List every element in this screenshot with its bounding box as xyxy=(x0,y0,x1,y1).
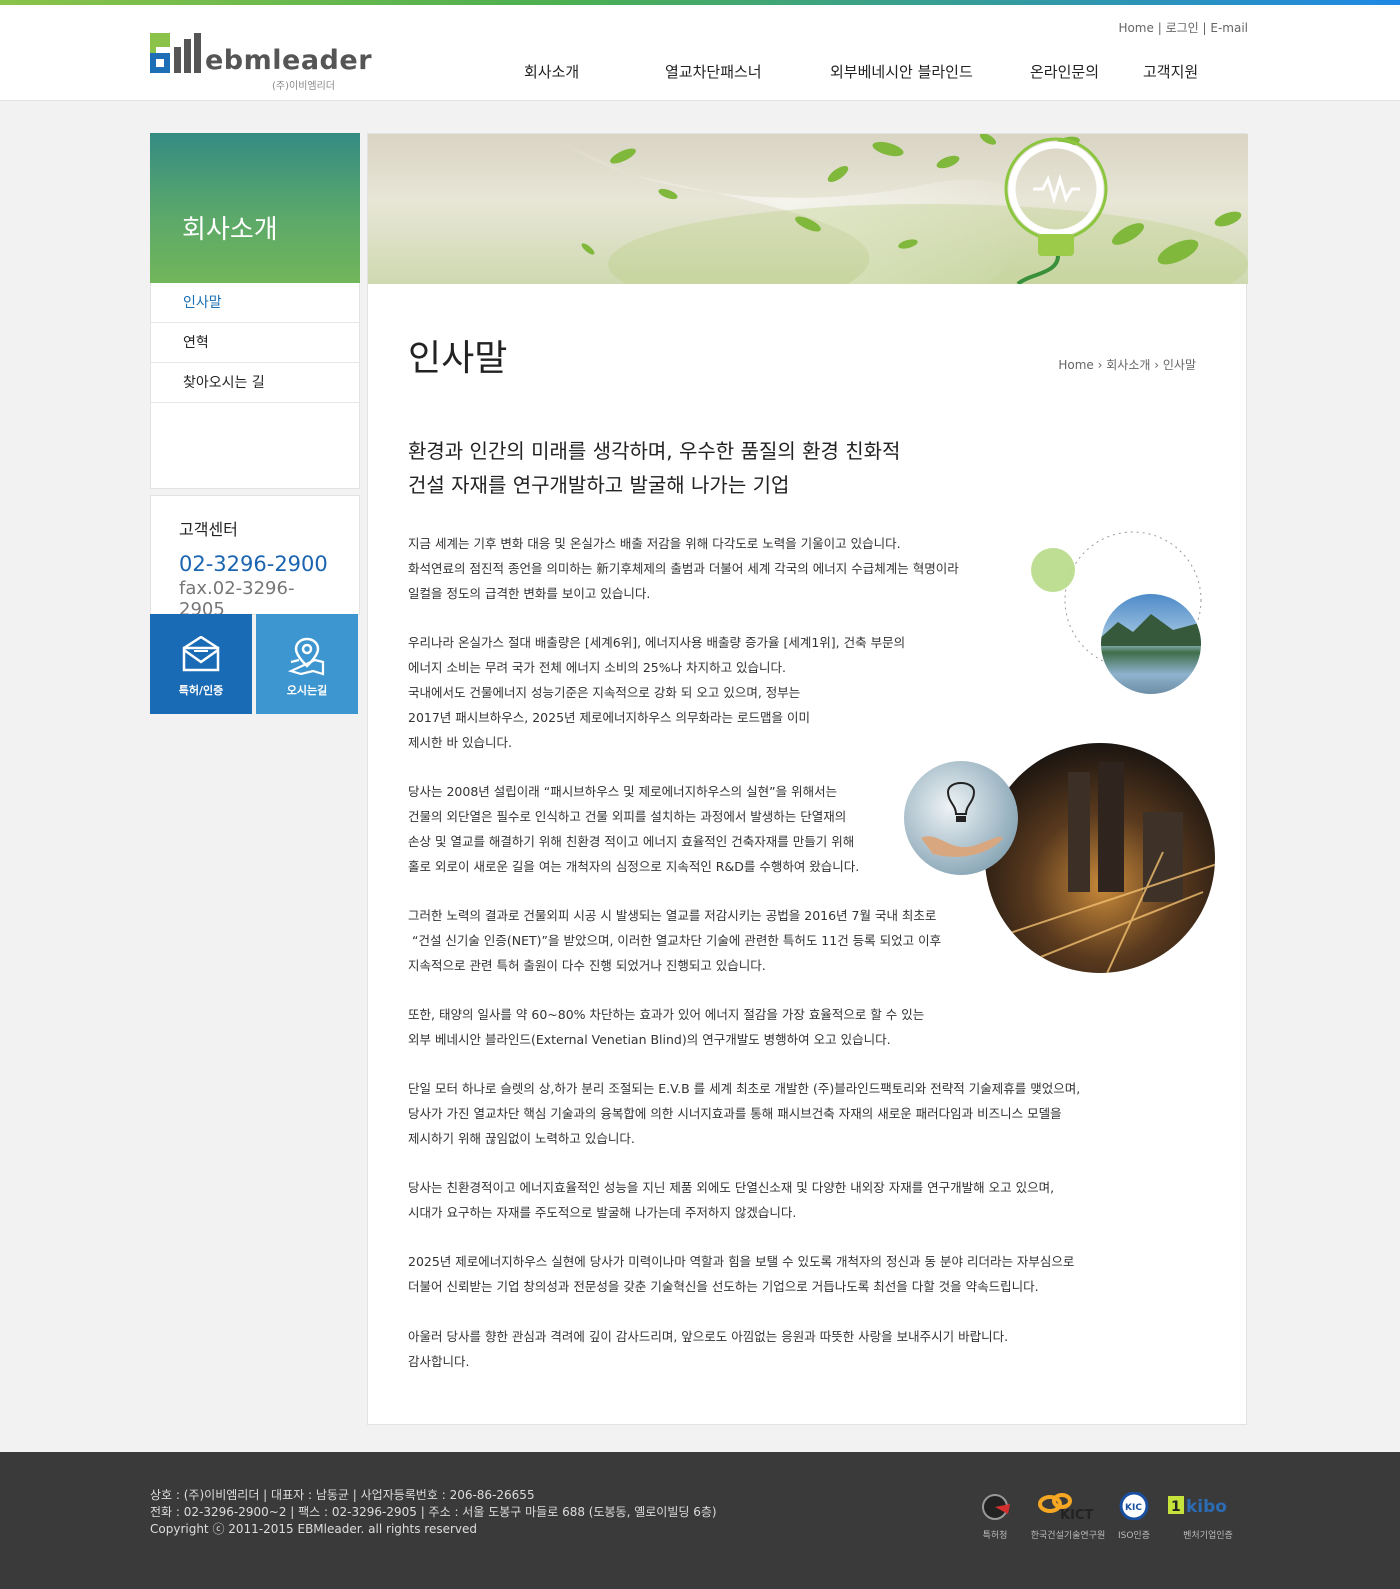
site-footer: 상호 : (주)이비엠리더 | 대표자 : 남동균 | 사업자등록번호 : 20… xyxy=(0,1452,1400,1589)
lake-circle-image xyxy=(1031,531,1202,694)
greeting-paragraph-7: 당사는 친환경적이고 에너지효율적인 성능을 지닌 제품 외에도 단열신소재 및… xyxy=(408,1180,1055,1220)
nav-thermal-fastener[interactable]: 열교차단패스너 xyxy=(665,61,762,82)
greeting-paragraph-4: 그러한 노력의 결과로 건물외피 시공 시 발생되는 열교를 저감시키는 공법을… xyxy=(408,908,942,973)
greeting-paragraph-9: 아울러 당사를 향한 관심과 격려에 깊이 감사드리며, 앞으로도 아낌없는 응… xyxy=(408,1329,1009,1369)
logo-wordmark: ebmleader xyxy=(205,45,373,76)
greeting-headline-line2: 건설 자재를 연구개발하고 발굴해 나가는 기업 xyxy=(408,473,790,497)
sidebar: 회사소개 인사말 연혁 찾아오시는 길 고객센터 02-3296-2900 fa… xyxy=(150,133,360,620)
footer-company-info: 상호 : (주)이비엠리더 | 대표자 : 남동균 | 사업자등록번호 : 20… xyxy=(150,1488,535,1502)
cert-kict-label: 한국건설기술연구원 xyxy=(1030,1531,1106,1541)
leaf-bulb-banner-image xyxy=(548,134,1248,284)
chevron-right-icon: › xyxy=(1154,358,1163,372)
breadcrumb-section[interactable]: 회사소개 xyxy=(1106,358,1150,372)
cert-kipo-label: 특허청 xyxy=(982,1531,1008,1541)
quick-link-directions-label: 오시는길 xyxy=(286,684,328,697)
city-idea-circle-image xyxy=(904,743,1215,973)
kipo-logo-icon xyxy=(982,1494,1010,1520)
kibo-logo-icon: 1 kibo xyxy=(1168,1496,1227,1517)
customer-center-label: 고객센터 xyxy=(179,520,238,539)
breadcrumb-current: 인사말 xyxy=(1162,358,1196,372)
svg-text:kibo: kibo xyxy=(1186,1497,1227,1517)
site-logo[interactable]: ebmleader (주)이비엠리더 xyxy=(150,33,380,93)
cert-iso-label: ISO인증 xyxy=(1117,1531,1150,1541)
util-link-login[interactable]: 로그인 xyxy=(1166,21,1199,35)
main-content: 인사말 Home › 회사소개 › 인사말 환경과 인간의 미래를 생각하며, … xyxy=(367,133,1248,1425)
iso-kic-logo-icon: KIC xyxy=(1119,1491,1149,1521)
hero-banner xyxy=(368,134,1248,284)
cert-iso: KIC ISO인증 xyxy=(1112,1491,1156,1541)
sidebar-header: 회사소개 xyxy=(150,133,360,283)
nav-online-inquiry[interactable]: 온라인문의 xyxy=(1030,61,1099,82)
svg-text:1: 1 xyxy=(1171,1499,1181,1515)
breadcrumb-home[interactable]: Home xyxy=(1058,358,1093,372)
quick-link-directions[interactable]: 오시는길 xyxy=(256,614,358,714)
utility-links: Home | 로그인 | E-mail xyxy=(1118,21,1248,35)
svg-text:KICT: KICT xyxy=(1060,1508,1093,1520)
sidebar-item-history[interactable]: 연혁 xyxy=(151,323,359,363)
sidebar-item-directions[interactable]: 찾아오시는 길 xyxy=(151,363,359,403)
cert-kipo: 특허청 xyxy=(975,1492,1015,1541)
cert-kict: KICT 한국건설기술연구원 xyxy=(1028,1492,1108,1541)
kict-logo-icon: KICT xyxy=(1038,1493,1093,1523)
map-pin-icon xyxy=(287,637,325,676)
sidebar-item-greeting[interactable]: 인사말 xyxy=(151,283,359,323)
greeting-headline-line1: 환경과 인간의 미래를 생각하며, 우수한 품질의 환경 친화적 xyxy=(408,439,901,463)
footer-contact-info: 전화 : 02-3296-2900~2 | 팩스 : 02-3296-2905 … xyxy=(150,1505,717,1519)
logo-subtitle: (주)이비엠리더 xyxy=(272,81,336,92)
greeting-paragraph-5: 또한, 태양의 일사를 약 60~80% 차단하는 효과가 있어 에너지 절감을… xyxy=(408,1007,925,1047)
greeting-paragraph-2: 우리나라 온실가스 절대 배출량은 [세계6위], 에너지사용 배출량 증가율 … xyxy=(408,635,906,750)
envelope-icon xyxy=(182,636,220,672)
logo-mark-icon xyxy=(150,33,201,73)
customer-center: 고객센터 02-3296-2900 fax.02-3296-2905 xyxy=(150,495,360,620)
util-link-home[interactable]: Home xyxy=(1118,21,1153,35)
util-link-email[interactable]: E-mail xyxy=(1210,21,1248,35)
breadcrumb: Home › 회사소개 › 인사말 xyxy=(1058,356,1196,373)
nav-company[interactable]: 회사소개 xyxy=(524,61,579,82)
footer-copyright: Copyright ⓒ 2011-2015 EBMleader. all rig… xyxy=(150,1522,478,1536)
greeting-paragraph-3: 당사는 2008년 설립이래 “패시브하우스 및 제로에너지하우스의 실현”을 … xyxy=(408,784,860,874)
sidebar-menu: 인사말 연혁 찾아오시는 길 xyxy=(150,283,360,489)
cert-venture: 1 kibo 벤처기업인증 xyxy=(1168,1492,1248,1541)
greeting-paragraph-1: 지금 세계는 기후 변화 대응 및 온실가스 배출 저감을 위해 다각도로 노력… xyxy=(408,536,959,601)
nav-venetian-blind[interactable]: 외부베네시안 블라인드 xyxy=(830,61,973,82)
greeting-headline: 환경과 인간의 미래를 생각하며, 우수한 품질의 환경 친화적 건설 자재를 … xyxy=(408,434,900,502)
customer-center-phone: 02-3296-2900 xyxy=(179,552,328,576)
quick-link-patents[interactable]: 특허/인증 xyxy=(150,614,252,714)
svg-text:KIC: KIC xyxy=(1125,1503,1142,1513)
cert-venture-label: 벤처기업인증 xyxy=(1183,1531,1233,1541)
site-header: ebmleader (주)이비엠리더 Home | 로그인 | E-mail 회… xyxy=(0,5,1400,101)
chevron-right-icon: › xyxy=(1097,358,1107,372)
quick-link-patents-label: 특허/인증 xyxy=(178,684,224,697)
greeting-paragraph-8: 2025년 제로에너지하우스 실현에 당사가 미력이나마 역할과 힘을 보탤 수… xyxy=(408,1254,1075,1294)
greeting-paragraph-6: 단일 모터 하나로 슬렛의 상,하가 분리 조절되는 E.V.B 를 세계 최초… xyxy=(408,1081,1081,1146)
sidebar-title: 회사소개 xyxy=(182,215,278,245)
page-title: 인사말 xyxy=(408,338,508,379)
nav-support[interactable]: 고객지원 xyxy=(1143,61,1198,82)
